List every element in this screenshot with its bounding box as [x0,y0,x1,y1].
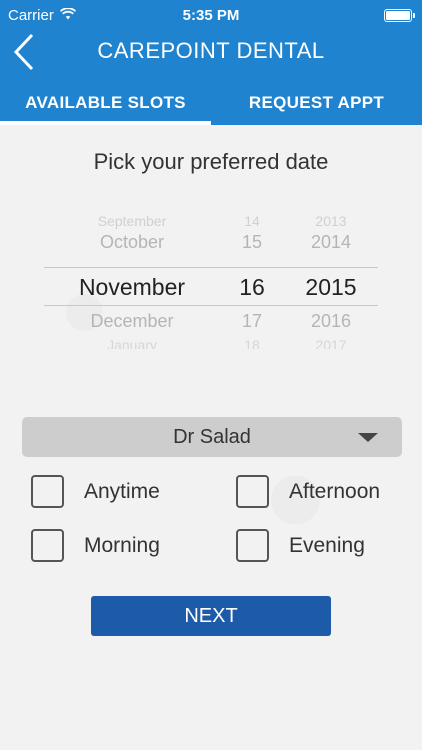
picker-month: January [107,337,157,349]
chevron-left-icon [13,33,34,71]
evening-checkbox[interactable] [236,529,269,562]
option-anytime[interactable]: Anytime [31,475,160,508]
picker-day: 15 [241,232,263,252]
tab-bar: AVAILABLE SLOTS REQUEST APPT [0,83,422,125]
picker-day: 18 [244,337,260,349]
main-content: Pick your preferred date September 14 20… [0,125,422,750]
picker-month: October [99,232,165,252]
date-prompt: Pick your preferred date [93,149,329,174]
picker-selection-divider [44,305,378,306]
picker-year: 2017 [315,337,347,349]
picker-month: December [90,311,174,331]
date-picker[interactable]: September 14 2013 October 15 2014 Novemb… [44,213,378,349]
option-afternoon[interactable]: Afternoon [236,475,380,508]
app-header: Carrier 5:35 PM CAREPOINT DENTAL AVAILAB… [0,0,422,125]
picker-selection-divider [44,267,378,268]
nav-bar: CAREPOINT DENTAL [0,30,422,80]
picker-row-selected[interactable]: November 16 2015 [44,274,378,301]
picker-row[interactable]: September 14 2013 [44,213,378,229]
option-label: Anytime [84,479,160,503]
picker-row[interactable]: October 15 2014 [44,232,378,253]
picker-day-selected: 16 [239,274,265,300]
picker-year: 2014 [310,232,352,252]
caret-down-icon [358,433,378,442]
next-button[interactable]: NEXT [91,596,331,636]
picker-year: 2016 [310,311,352,331]
tab-request-appt[interactable]: REQUEST APPT [211,83,422,125]
option-label: Afternoon [289,479,381,503]
picker-year: 2013 [315,213,347,229]
option-evening[interactable]: Evening [236,529,365,562]
option-label: Morning [84,533,160,557]
status-time: 5:35 PM [182,7,240,24]
option-morning[interactable]: Morning [31,529,160,562]
tab-label: REQUEST APPT [248,93,385,112]
battery-icon [384,9,415,22]
back-button[interactable] [10,32,42,72]
tab-available-slots[interactable]: AVAILABLE SLOTS [0,83,211,125]
picker-row[interactable]: January 18 2017 [44,337,378,349]
page-title: CAREPOINT DENTAL [97,38,325,63]
afternoon-checkbox[interactable] [236,475,269,508]
option-label: Evening [289,533,365,557]
tab-label: AVAILABLE SLOTS [25,93,186,112]
anytime-checkbox[interactable] [31,475,64,508]
picker-month: September [97,213,167,229]
picker-day: 17 [241,311,263,331]
doctor-select[interactable]: Dr Salad [22,417,402,457]
picker-row[interactable]: December 17 2016 [44,311,378,332]
morning-checkbox[interactable] [31,529,64,562]
status-bar: Carrier 5:35 PM [0,0,422,30]
picker-year-selected: 2015 [305,274,357,300]
picker-month-selected: November [78,274,186,300]
doctor-select-value: Dr Salad [173,426,251,448]
picker-day: 14 [244,213,260,229]
